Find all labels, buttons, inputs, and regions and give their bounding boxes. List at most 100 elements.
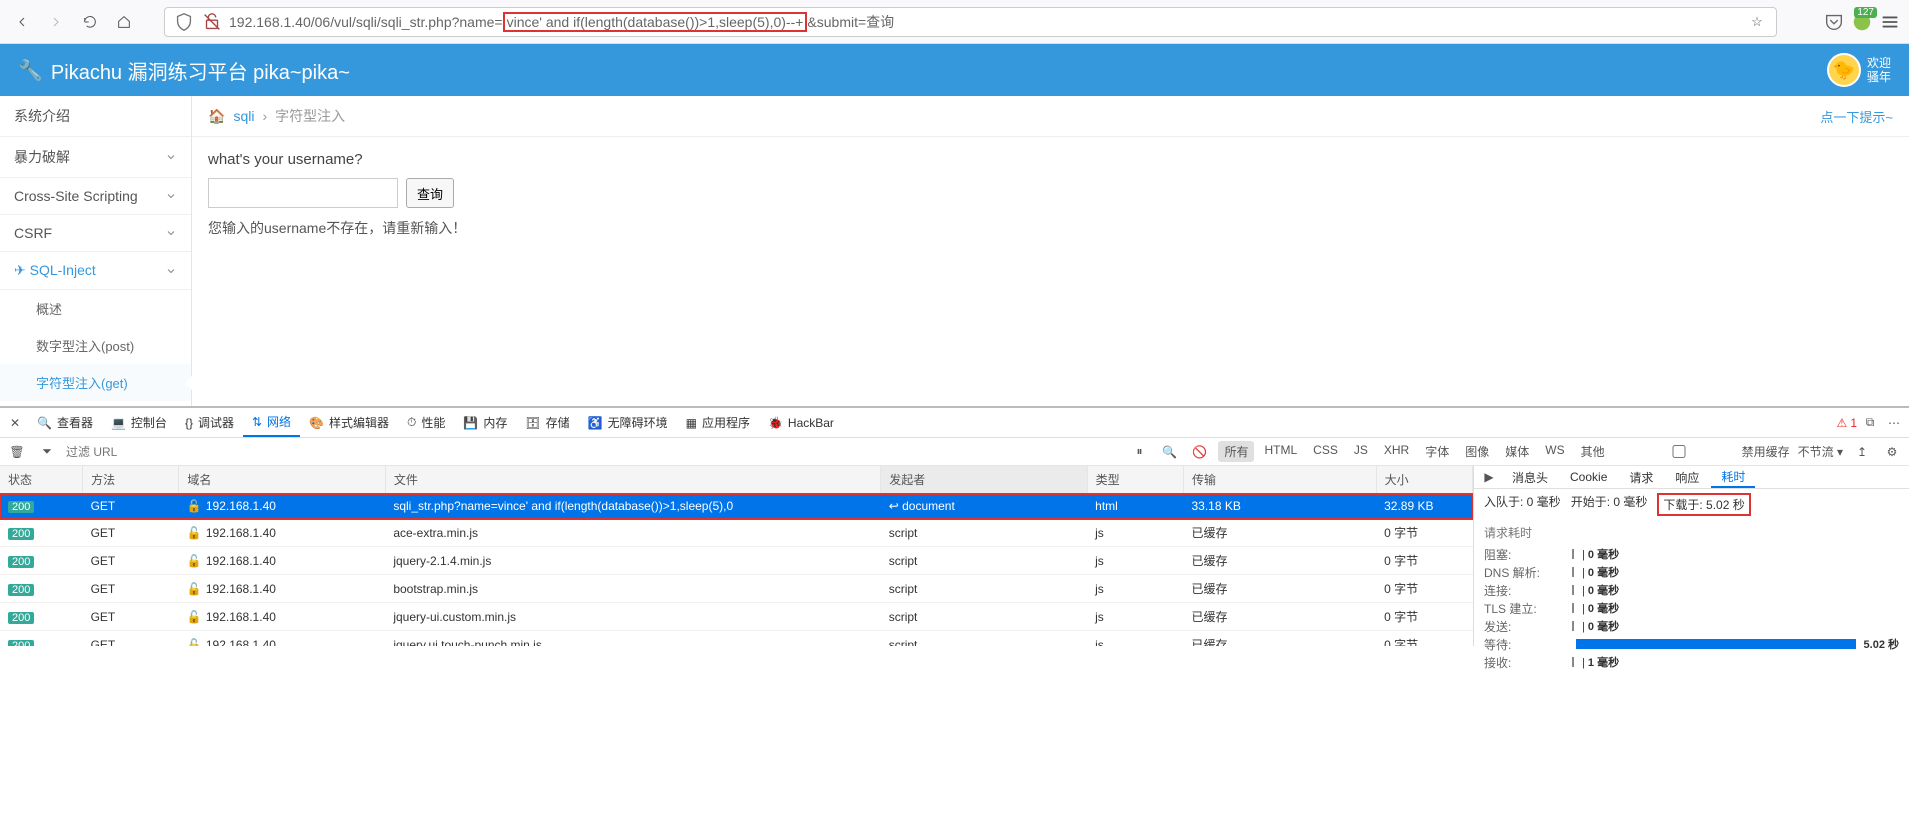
sidebar-item[interactable]: Cross-Site Scripting [0, 178, 191, 215]
user-menu[interactable]: 🐤 欢迎骚年 [1827, 53, 1891, 87]
timing-row: DNS 解析:| 0 毫秒 [1484, 563, 1899, 581]
timing-row: TLS 建立:| 0 毫秒 [1484, 599, 1899, 617]
column-header[interactable]: 文件 [385, 466, 880, 494]
devtools-tab[interactable]: {}调试器 [176, 408, 243, 437]
network-row[interactable]: 200GET🔓192.168.1.40jquery-2.1.4.min.js s… [0, 547, 1473, 575]
network-row[interactable]: 200GET🔓192.168.1.40jquery.ui.touch-punch… [0, 631, 1473, 647]
url-text: 192.168.1.40/06/vul/sqli/sqli_str.php?na… [229, 12, 1740, 32]
har-icon[interactable]: ↥ [1851, 441, 1873, 463]
network-row[interactable]: 200GET🔓192.168.1.40bootstrap.min.js scri… [0, 575, 1473, 603]
filter-chip[interactable]: WS [1539, 441, 1570, 462]
detail-back-icon[interactable]: ▶ [1478, 466, 1500, 488]
wrench-icon: 🔧 [18, 58, 43, 83]
settings-icon[interactable]: ⚙ [1881, 441, 1903, 463]
devtools-tab[interactable]: 💻控制台 [102, 408, 176, 437]
filter-input[interactable] [66, 445, 186, 459]
avatar: 🐤 [1827, 53, 1861, 87]
reload-button[interactable] [76, 8, 104, 36]
detail-tab[interactable]: 请求 [1619, 466, 1663, 488]
breadcrumb-link[interactable]: sqli [233, 108, 254, 124]
downloaded-label: 下载于: 5.02 秒 [1657, 493, 1750, 516]
devtools-tab[interactable]: 🗄存储 [516, 408, 578, 437]
breadcrumb-current: 字符型注入 [275, 106, 345, 126]
detail-tab[interactable]: 耗时 [1711, 466, 1755, 488]
devtools-tab[interactable]: 💾内存 [454, 408, 516, 437]
username-input[interactable] [208, 178, 398, 208]
sidebar-item[interactable]: ✈ SQL-Inject [0, 252, 191, 290]
trash-icon[interactable]: 🗑 [6, 441, 28, 463]
browser-toolbar: 192.168.1.40/06/vul/sqli/sqli_str.php?na… [0, 0, 1909, 44]
extension-badge[interactable]: 127 [1851, 11, 1873, 33]
column-header[interactable]: 域名 [179, 466, 385, 494]
filter-chip[interactable]: HTML [1258, 441, 1303, 462]
filter-chip[interactable]: 其他 [1575, 441, 1611, 462]
devtools-tab[interactable]: ▦应用程序 [677, 408, 759, 437]
sidebar: 系统介绍暴力破解Cross-Site ScriptingCSRF✈ SQL-In… [0, 96, 192, 406]
sidebar-item[interactable]: 系统介绍 [0, 96, 191, 137]
network-table[interactable]: 状态方法域名文件发起者类型传输大小 200GET🔓192.168.1.40sql… [0, 466, 1474, 646]
home-icon[interactable]: 🏠 [208, 108, 225, 125]
disable-cache-checkbox[interactable]: 禁用缓存 [1619, 443, 1790, 460]
devtools-tabs: ✕ 🔍查看器💻控制台{}调试器⇅网络🎨样式编辑器⏱性能💾内存🗄存储♿无障碍环境▦… [0, 408, 1909, 438]
pause-icon[interactable]: ⏸ [1128, 441, 1150, 463]
block-icon[interactable]: 🚫 [1188, 441, 1210, 463]
forward-button[interactable] [42, 8, 70, 36]
bookmark-star-icon[interactable]: ☆ [1746, 11, 1768, 33]
error-count[interactable]: ⚠ 1 [1837, 416, 1857, 430]
detail-tab[interactable]: Cookie [1560, 466, 1617, 488]
search-icon[interactable]: 🔍 [1158, 441, 1180, 463]
detail-tab[interactable]: 消息头 [1502, 466, 1558, 488]
menu-icon[interactable] [1879, 11, 1901, 33]
devtools-tab[interactable]: 🐞HackBar [759, 408, 843, 437]
app-header: 🔧 Pikachu 漏洞练习平台 pika~pika~ 🐤 欢迎骚年 [0, 44, 1909, 96]
filter-chip[interactable]: 字体 [1419, 441, 1455, 462]
url-bar[interactable]: 192.168.1.40/06/vul/sqli/sqli_str.php?na… [164, 7, 1777, 37]
throttle-select[interactable]: 不节流 ▾ [1798, 443, 1843, 460]
network-toolbar: 🗑 ⏷ ⏸ 🔍 🚫 所有HTMLCSSJSXHR字体图像媒体WS其他 禁用缓存 … [0, 438, 1909, 466]
detail-tab[interactable]: 响应 [1665, 466, 1709, 488]
close-devtools-icon[interactable]: ✕ [4, 412, 26, 434]
devtools-tab[interactable]: ⇅网络 [243, 408, 300, 437]
filter-chip[interactable]: 媒体 [1499, 441, 1535, 462]
column-header[interactable]: 大小 [1376, 466, 1472, 494]
breadcrumb: 🏠 sqli › 字符型注入 点一下提示~ [192, 96, 1909, 137]
devtools-tab[interactable]: 🔍查看器 [28, 408, 102, 437]
column-header[interactable]: 发起者 [881, 466, 1087, 494]
submit-button[interactable]: 查询 [406, 178, 454, 208]
network-row[interactable]: 200GET🔓192.168.1.40ace-extra.min.js scri… [0, 519, 1473, 547]
more-icon[interactable]: ⋯ [1883, 412, 1905, 434]
form-question: what's your username? [208, 151, 1893, 168]
devtools-tab[interactable]: ♿无障碍环境 [579, 408, 677, 437]
devtools-tab[interactable]: ⏱性能 [398, 408, 454, 437]
devtools: ✕ 🔍查看器💻控制台{}调试器⇅网络🎨样式编辑器⏱性能💾内存🗄存储♿无障碍环境▦… [0, 406, 1909, 646]
sidebar-item[interactable]: CSRF [0, 215, 191, 252]
filter-chip[interactable]: 图像 [1459, 441, 1495, 462]
tip-link[interactable]: 点一下提示~ [1820, 107, 1893, 126]
timing-section-label: 请求耗时 [1474, 520, 1909, 545]
home-button[interactable] [110, 8, 138, 36]
filter-chip[interactable]: 所有 [1218, 441, 1254, 462]
timing-row: 阻塞:| 0 毫秒 [1484, 545, 1899, 563]
error-message: 您输入的username不存在，请重新输入！ [208, 218, 1893, 238]
back-button[interactable] [8, 8, 36, 36]
column-header[interactable]: 类型 [1087, 466, 1183, 494]
devtools-tab[interactable]: 🎨样式编辑器 [300, 408, 398, 437]
filter-chip[interactable]: XHR [1378, 441, 1415, 462]
sidebar-item[interactable]: 暴力破解 [0, 137, 191, 178]
filter-chip[interactable]: CSS [1307, 441, 1344, 462]
sidebar-subitem[interactable]: 字符型注入(get) [0, 364, 191, 401]
column-header[interactable]: 传输 [1183, 466, 1376, 494]
started-label: 开始于: 0 毫秒 [1571, 493, 1648, 516]
timing-row: 发送:| 0 毫秒 [1484, 617, 1899, 635]
column-header[interactable]: 状态 [0, 466, 83, 494]
network-row[interactable]: 200GET🔓192.168.1.40jquery-ui.custom.min.… [0, 603, 1473, 631]
filter-chip[interactable]: JS [1348, 441, 1374, 462]
app-title: Pikachu 漏洞练习平台 pika~pika~ [51, 56, 350, 85]
pocket-icon[interactable] [1823, 11, 1845, 33]
sidebar-subitem[interactable]: 数字型注入(post) [0, 327, 191, 364]
sidebar-subitem[interactable]: 概述 [0, 290, 191, 327]
network-row[interactable]: 200GET🔓192.168.1.40sqli_str.php?name=vin… [0, 494, 1473, 519]
responsive-icon[interactable]: ⧉ [1859, 412, 1881, 434]
column-header[interactable]: 方法 [83, 466, 179, 494]
filter-icon[interactable]: ⏷ [36, 441, 58, 463]
